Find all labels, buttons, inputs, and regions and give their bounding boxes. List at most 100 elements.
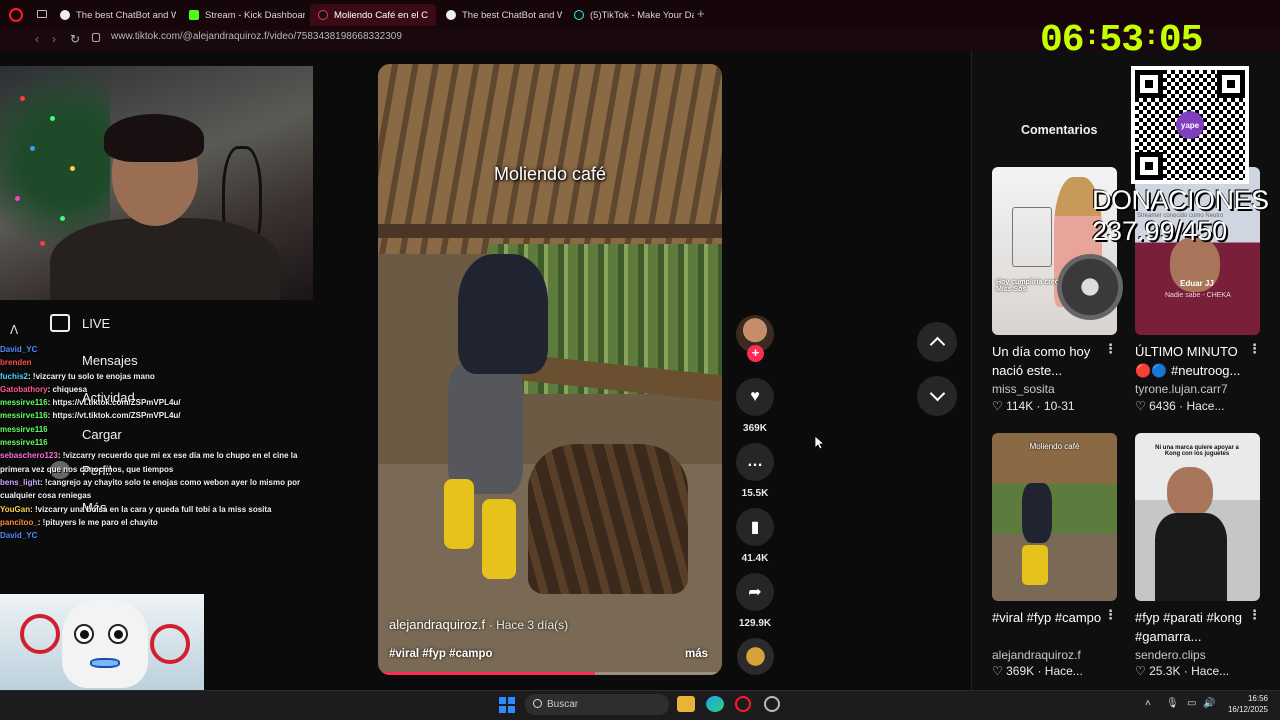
next-video-button[interactable] bbox=[917, 376, 957, 416]
chat-username[interactable]: bens_light bbox=[0, 478, 40, 487]
qr-pattern: yape bbox=[1135, 70, 1245, 180]
previous-video-button[interactable] bbox=[917, 322, 957, 362]
chat-username[interactable]: fuchis2 bbox=[0, 372, 28, 381]
tab-label: Moliendo Café en el C bbox=[334, 9, 428, 21]
bookmark-icon[interactable]: ▮ bbox=[736, 508, 774, 546]
chat-username[interactable]: sebaschero123 bbox=[0, 451, 58, 460]
browser-tab[interactable]: The best ChatBot and Wr bbox=[438, 4, 562, 26]
video-shelf bbox=[378, 224, 722, 238]
chat-message: messirve116 bbox=[0, 423, 312, 436]
reload-icon[interactable]: ↻ bbox=[70, 32, 80, 46]
chat-username[interactable]: David_YC bbox=[0, 345, 37, 354]
qr-finder bbox=[1135, 70, 1163, 98]
system-date: 16/12/2025 bbox=[1227, 705, 1268, 714]
card-meta: ♡ 6436 · Hace... bbox=[1135, 399, 1225, 413]
chat-text: !vizcarry tu solo te enojas mano bbox=[32, 371, 155, 381]
taskbar-search[interactable]: Buscar bbox=[525, 694, 669, 715]
chat-username[interactable]: messirve116 bbox=[0, 425, 48, 434]
live-tv-icon bbox=[50, 314, 70, 332]
like-action[interactable]: ♥ 369K bbox=[735, 378, 775, 434]
forky-arm bbox=[20, 614, 60, 654]
chevron-down-icon bbox=[929, 385, 945, 402]
chat-text: !pituyers le me paro el chayito bbox=[42, 517, 158, 527]
kick-favicon-icon bbox=[189, 10, 199, 20]
obs-icon[interactable] bbox=[764, 696, 780, 712]
chat-username[interactable]: messirve116 bbox=[0, 411, 48, 420]
microphone-icon[interactable]: 🎙 bbox=[1166, 698, 1179, 709]
opera-logo-icon[interactable] bbox=[9, 8, 23, 22]
comment-action[interactable]: … 15.5K bbox=[735, 443, 775, 499]
more-options-icon[interactable]: ⋮ bbox=[1104, 341, 1117, 357]
music-disc-icon[interactable] bbox=[737, 638, 774, 675]
network-icon[interactable]: ▭ bbox=[1187, 698, 1196, 709]
browser-tab-active[interactable]: Moliendo Café en el C bbox=[310, 4, 436, 26]
chat-message: sebaschero123: !vizcarry recuerdo que mi… bbox=[0, 449, 312, 476]
card-title[interactable]: ÚLTIMO MINUTO 🔴🔵 #neutroog... bbox=[1135, 342, 1260, 380]
system-time: 16:56 bbox=[1247, 694, 1268, 703]
card-meta: ♡ 369K · Hace... bbox=[992, 664, 1083, 678]
share-icon[interactable]: ➦ bbox=[736, 573, 774, 611]
donations-progress: 237.99/450 bbox=[1092, 216, 1228, 246]
video-progress-bar[interactable] bbox=[378, 672, 722, 675]
chat-username[interactable]: YouGan bbox=[0, 505, 30, 514]
more-link[interactable]: más bbox=[685, 648, 708, 660]
volume-icon[interactable]: 🔊 bbox=[1203, 698, 1215, 709]
workspaces-icon[interactable] bbox=[37, 10, 47, 18]
chat-username[interactable]: David_YC bbox=[0, 531, 37, 540]
thumbnail-caption: Hoy cumpliría creó Miss Sos bbox=[996, 279, 1060, 293]
chat-message: pancitoo_: !pituyers le me paro el chayi… bbox=[0, 516, 312, 529]
windows-start-icon[interactable] bbox=[499, 697, 515, 713]
search-placeholder: Buscar bbox=[547, 699, 579, 710]
chat-username[interactable]: pancitoo_ bbox=[0, 518, 38, 527]
thumbnail-caption: Ni una marca quiere apoyar a Kong con lo… bbox=[1155, 445, 1239, 457]
chat-message: messirve116: https://vt.tiktok.com/ZSPmV… bbox=[0, 409, 312, 422]
card-user[interactable]: miss_sosita bbox=[992, 382, 1055, 396]
nav-label: LIVE bbox=[82, 315, 111, 331]
comment-icon[interactable]: … bbox=[736, 443, 774, 481]
save-action[interactable]: ▮ 41.4K bbox=[735, 508, 775, 564]
card-user[interactable]: alejandraquiroz.f bbox=[992, 648, 1081, 662]
more-options-icon[interactable]: ⋮ bbox=[1104, 607, 1117, 623]
thumbnail-boots bbox=[1022, 545, 1048, 585]
nav-live[interactable]: LIVE bbox=[50, 314, 110, 332]
browser-tab[interactable]: Stream - Kick Dashboard bbox=[181, 4, 305, 26]
comments-tab[interactable]: Comentarios bbox=[1021, 123, 1097, 137]
card-title[interactable]: #fyp #parati #kong #gamarra... bbox=[1135, 608, 1260, 646]
system-clock[interactable]: 16:56 16/12/2025 bbox=[1222, 693, 1268, 715]
share-action[interactable]: ➦ 129.9K bbox=[735, 573, 775, 629]
file-explorer-icon[interactable] bbox=[677, 696, 695, 712]
more-options-icon[interactable]: ⋮ bbox=[1248, 341, 1261, 357]
video-author[interactable]: alejandraquiroz.f · Hace 3 día(s) bbox=[389, 617, 568, 632]
url-field[interactable]: www.tiktok.com/@alejandraquiroz.f/video/… bbox=[111, 31, 402, 42]
video-hashtags[interactable]: #viral #fyp #campo bbox=[389, 648, 493, 660]
card-title[interactable]: #viral #fyp #campo bbox=[992, 608, 1117, 627]
chat-username[interactable]: messirve116 bbox=[0, 438, 48, 447]
video-thumbnail[interactable]: Moliendo café bbox=[992, 433, 1117, 601]
video-thumbnail[interactable]: Ni una marca quiere apoyar a Kong con lo… bbox=[1135, 433, 1260, 601]
back-icon[interactable]: ‹ bbox=[35, 32, 39, 46]
chat-username[interactable]: Gatobathory bbox=[0, 385, 48, 394]
collapse-icon[interactable]: ᐱ bbox=[10, 323, 18, 337]
forward-icon[interactable]: › bbox=[52, 32, 56, 46]
new-tab-button[interactable]: + bbox=[697, 6, 705, 21]
opera-gx-icon[interactable] bbox=[735, 696, 751, 712]
heart-icon[interactable]: ♥ bbox=[736, 378, 774, 416]
video-player[interactable]: Moliendo café alejandraquiroz.f · Hace 3… bbox=[378, 64, 722, 675]
chat-message: YouGan: !vizcarry una bolsa en la cara y… bbox=[0, 503, 312, 516]
tab-label: Stream - Kick Dashboard bbox=[205, 9, 305, 21]
card-user[interactable]: sendero.clips bbox=[1135, 648, 1206, 662]
comment-count: 15.5K bbox=[741, 488, 769, 499]
follow-plus-icon[interactable]: + bbox=[747, 345, 764, 362]
edge-browser-icon[interactable] bbox=[706, 696, 724, 712]
more-options-icon[interactable]: ⋮ bbox=[1248, 607, 1261, 623]
card-user[interactable]: tyrone.lujan.carr7 bbox=[1135, 382, 1228, 396]
thumbnail-person bbox=[1022, 483, 1052, 543]
video-woman bbox=[458, 254, 548, 374]
chat-username[interactable]: messirve116 bbox=[0, 398, 48, 407]
author-name[interactable]: alejandraquiroz.f bbox=[389, 617, 485, 632]
tray-chevron-icon[interactable]: ˄ bbox=[1145, 698, 1151, 709]
chat-username[interactable]: brenden bbox=[0, 358, 32, 367]
card-title[interactable]: Un día como hoy nació este... bbox=[992, 342, 1117, 380]
browser-tab[interactable]: (5)TikTok - Make Your Da bbox=[566, 4, 694, 26]
browser-tab[interactable]: The best ChatBot and Wr bbox=[52, 4, 176, 26]
